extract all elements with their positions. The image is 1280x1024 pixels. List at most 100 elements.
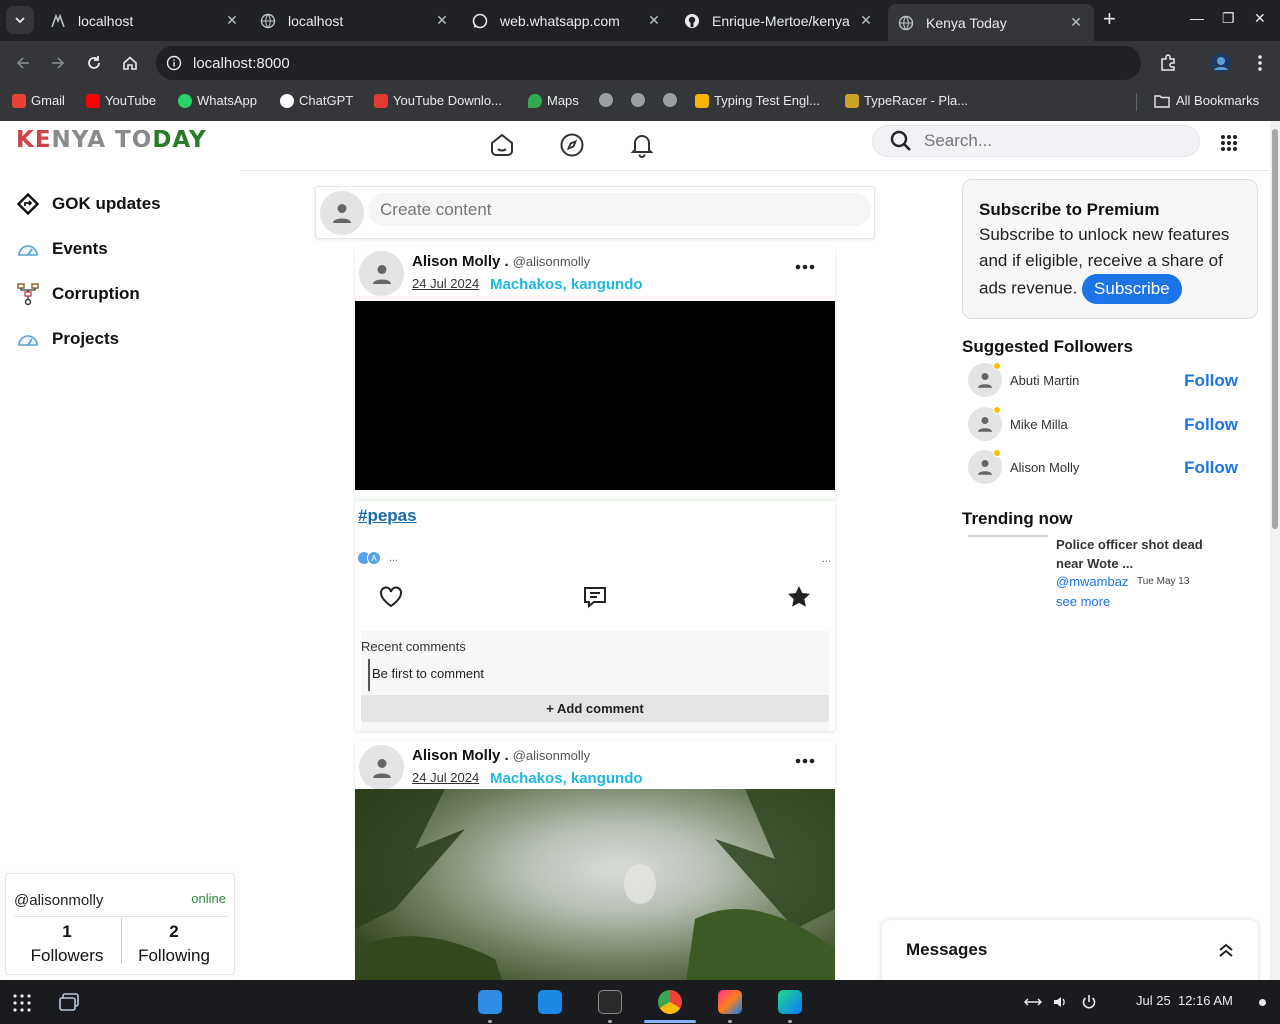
- bookmark-item[interactable]: Gmail: [12, 93, 65, 108]
- terminal-icon[interactable]: [598, 990, 622, 1014]
- sidebar-item-projects[interactable]: Projects: [16, 316, 161, 361]
- browser-tab[interactable]: localhost ✕: [40, 6, 250, 35]
- bookmark-item[interactable]: Typing Test Engl...: [695, 93, 820, 108]
- close-icon[interactable]: ✕: [1068, 14, 1084, 31]
- os-taskbar: Jul 25 12:16 AM: [0, 980, 1280, 1024]
- add-comment-button[interactable]: + Add comment: [361, 695, 829, 722]
- browser-tab[interactable]: localhost ✕: [250, 6, 460, 35]
- apps-grid-icon[interactable]: [1220, 134, 1238, 152]
- bookmark-item[interactable]: Maps: [528, 93, 579, 108]
- browser-tab[interactable]: Enrique-Mertoe/kenya ✕: [674, 6, 884, 35]
- intellij-icon[interactable]: [718, 990, 742, 1014]
- post-author[interactable]: Alison Molly . @alisonmolly: [412, 747, 590, 764]
- home-icon[interactable]: [489, 132, 515, 158]
- bookmark-item[interactable]: WhatsApp: [178, 93, 257, 108]
- power-icon[interactable]: [1081, 994, 1097, 1010]
- search-input[interactable]: [924, 131, 1174, 151]
- post-image[interactable]: [355, 789, 835, 980]
- chevron-double-up-icon[interactable]: [1218, 942, 1234, 958]
- close-icon[interactable]: ✕: [224, 12, 240, 29]
- close-icon[interactable]: ✕: [858, 12, 874, 29]
- post-date[interactable]: 24 Jul 2024: [412, 276, 479, 291]
- chrome-icon[interactable]: [658, 990, 682, 1014]
- tab-search-button[interactable]: [6, 6, 34, 34]
- system-clock[interactable]: Jul 25 12:16 AM: [1136, 993, 1233, 1008]
- bookmark-item[interactable]: ChatGPT: [280, 93, 353, 108]
- new-tab-button[interactable]: +: [1103, 8, 1116, 30]
- video-player[interactable]: [355, 301, 835, 490]
- heart-icon[interactable]: [378, 584, 404, 610]
- search-bar[interactable]: [872, 125, 1200, 157]
- subscribe-button[interactable]: Subscribe: [1082, 274, 1182, 304]
- avatar[interactable]: [359, 251, 404, 296]
- see-more-link[interactable]: see more: [1056, 594, 1110, 609]
- close-icon[interactable]: ✕: [646, 12, 662, 29]
- back-button[interactable]: [13, 53, 33, 73]
- sidebar-item-gok-updates[interactable]: GOK updates: [16, 181, 161, 226]
- star-icon[interactable]: [786, 584, 812, 610]
- reactions-summary[interactable]: A ...: [357, 551, 398, 565]
- browser-tab[interactable]: web.whatsapp.com ✕: [462, 6, 672, 35]
- forward-button[interactable]: [48, 53, 68, 73]
- more-options-icon[interactable]: [795, 758, 815, 764]
- compass-icon[interactable]: [559, 132, 585, 158]
- post-date[interactable]: 24 Jul 2024: [412, 770, 479, 785]
- volume-icon[interactable]: [1052, 994, 1068, 1010]
- bookmark-item[interactable]: [599, 93, 618, 107]
- post-location[interactable]: Machakos, kangundo: [490, 770, 643, 787]
- avatar[interactable]: [359, 745, 404, 790]
- maximize-button[interactable]: ❐: [1222, 10, 1235, 27]
- home-button[interactable]: [120, 53, 140, 73]
- overview-icon[interactable]: [58, 992, 80, 1012]
- profile-button[interactable]: [1211, 53, 1231, 73]
- comments-more[interactable]: ...: [822, 553, 831, 565]
- trending-headline[interactable]: Police officer shot dead near Wote ...: [1056, 535, 1226, 573]
- bookmark-item[interactable]: YouTube Downlo...: [374, 93, 502, 108]
- site-info-icon[interactable]: [166, 55, 182, 71]
- create-content-input[interactable]: Create content: [368, 193, 871, 226]
- follow-button[interactable]: Follow: [1184, 415, 1238, 435]
- network-arrows-icon[interactable]: [1024, 995, 1042, 1009]
- following-stat[interactable]: 2 Following: [124, 922, 224, 966]
- post-location[interactable]: Machakos, kangundo: [490, 276, 643, 293]
- bell-icon[interactable]: [629, 132, 655, 158]
- bookmark-item[interactable]: YouTube: [86, 93, 156, 108]
- follower-name[interactable]: Mike Milla: [1010, 417, 1068, 432]
- comment-icon[interactable]: [582, 584, 608, 610]
- app-store-icon[interactable]: [538, 990, 562, 1014]
- site-logo[interactable]: KENYA TODAY: [16, 127, 207, 153]
- browser-menu-button[interactable]: [1250, 53, 1270, 73]
- post-author[interactable]: Alison Molly . @alisonmolly: [412, 253, 590, 270]
- extensions-button[interactable]: [1158, 53, 1178, 73]
- follow-button[interactable]: Follow: [1184, 458, 1238, 478]
- sidebar-item-corruption[interactable]: Corruption: [16, 271, 161, 316]
- clion-icon[interactable]: [778, 990, 802, 1014]
- bookmark-item[interactable]: [631, 93, 650, 107]
- profile-card: @alisonmolly online 1 Followers 2 Follow…: [5, 873, 235, 975]
- more-options-icon[interactable]: [795, 264, 815, 270]
- tab-title: Enrique-Mertoe/kenya: [712, 12, 850, 29]
- follow-button[interactable]: Follow: [1184, 371, 1238, 391]
- profile-handle[interactable]: @alisonmolly: [14, 892, 103, 909]
- app-launcher-icon[interactable]: [12, 993, 32, 1013]
- reload-button[interactable]: [84, 53, 104, 73]
- minimize-button[interactable]: —: [1190, 10, 1204, 26]
- close-icon[interactable]: ✕: [434, 12, 450, 29]
- messages-panel[interactable]: Messages: [882, 920, 1258, 980]
- arrow-left-icon: [16, 57, 29, 69]
- window-close-button[interactable]: ✕: [1254, 10, 1266, 27]
- trending-user[interactable]: @mwambaz: [1056, 574, 1128, 589]
- bookmark-item[interactable]: [663, 93, 682, 107]
- finder-icon[interactable]: [478, 990, 502, 1014]
- follower-name[interactable]: Alison Molly: [1010, 460, 1079, 475]
- all-bookmarks-button[interactable]: All Bookmarks: [1154, 93, 1259, 108]
- bookmark-item[interactable]: TypeRacer - Pla...: [845, 93, 968, 108]
- post-hashtag[interactable]: #pepas: [358, 506, 417, 526]
- browser-tab-active[interactable]: Kenya Today ✕: [888, 4, 1094, 41]
- page-scrollbar[interactable]: [1270, 121, 1280, 980]
- followers-stat[interactable]: 1 Followers: [17, 922, 117, 966]
- scrollbar-thumb[interactable]: [1272, 129, 1278, 529]
- sidebar-item-events[interactable]: Events: [16, 226, 161, 271]
- address-bar[interactable]: localhost:8000: [156, 46, 1141, 80]
- follower-name[interactable]: Abuti Martin: [1010, 373, 1079, 388]
